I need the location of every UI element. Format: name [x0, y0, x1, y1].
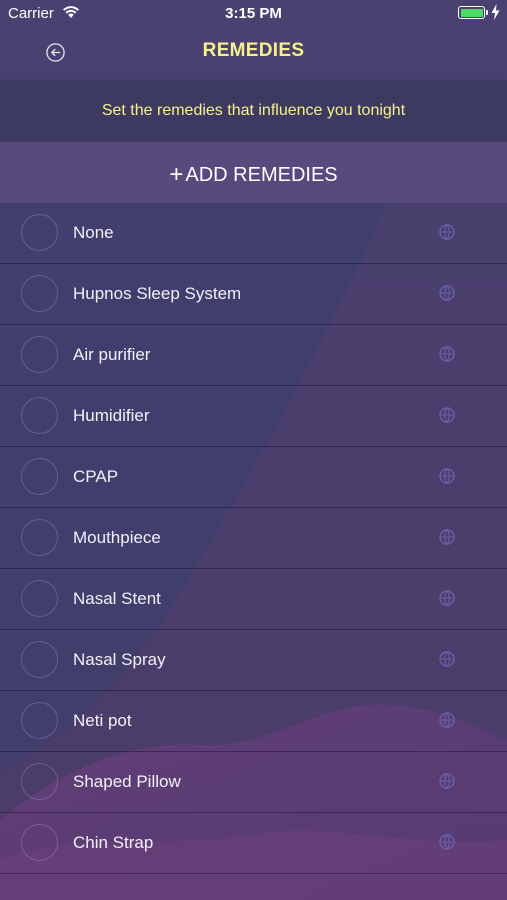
remedy-row[interactable]: Chin Strap [0, 813, 507, 874]
remedy-radio-button[interactable] [21, 275, 58, 312]
remedy-info-icon[interactable] [439, 834, 455, 850]
remedy-radio-button[interactable] [21, 336, 58, 373]
subtitle-band: Set the remedies that influence you toni… [0, 80, 507, 142]
remedy-radio-button[interactable] [21, 458, 58, 495]
remedy-info-icon[interactable] [439, 712, 455, 728]
battery-icon [458, 6, 485, 19]
remedy-info-icon[interactable] [439, 468, 455, 484]
remedy-radio-button[interactable] [21, 824, 58, 861]
remedy-label: Hupnos Sleep System [73, 284, 242, 303]
remedy-info-icon[interactable] [439, 590, 455, 606]
remedy-radio-button[interactable] [21, 214, 58, 251]
remedy-info-icon[interactable] [439, 407, 455, 423]
battery-cap [486, 10, 488, 15]
remedy-label: Nasal Spray [73, 650, 166, 669]
remedy-radio-button[interactable] [21, 519, 58, 556]
add-remedies-label: + ADD REMEDIES [0, 160, 507, 188]
remedy-info-icon[interactable] [439, 346, 455, 362]
add-remedies-text: ADD REMEDIES [185, 164, 338, 186]
status-time: 3:15 PM [225, 5, 282, 22]
status-bar: Carrier 3:15 PM [0, 0, 507, 28]
remedy-info-icon[interactable] [439, 773, 455, 789]
remedy-label: Air purifier [73, 345, 151, 364]
remedy-label: None [73, 223, 114, 242]
nav-bar: REMEDIES [0, 28, 507, 80]
remedy-row[interactable]: Mouthpiece [0, 508, 507, 569]
remedy-row[interactable]: Nasal Spray [0, 630, 507, 691]
page-subtitle: Set the remedies that influence you toni… [101, 102, 406, 119]
remedy-info-icon[interactable] [439, 224, 455, 240]
remedy-label: Mouthpiece [73, 528, 161, 547]
remedy-label: Humidifier [73, 406, 150, 425]
remedy-label: Shaped Pillow [73, 772, 181, 791]
remedy-row[interactable]: Shaped Pillow [0, 752, 507, 813]
remedy-label: CPAP [73, 467, 119, 486]
remedy-label: Chin Strap [73, 833, 154, 852]
remedy-row[interactable]: Nasal Stent [0, 569, 507, 630]
plus-icon: + [169, 161, 184, 188]
remedy-radio-button[interactable] [21, 702, 58, 739]
page-title: REMEDIES [202, 40, 305, 61]
remedy-row[interactable]: Hupnos Sleep System [0, 264, 507, 325]
remedy-row[interactable]: CPAP [0, 447, 507, 508]
remedy-label: Neti pot [73, 711, 132, 730]
remedy-info-icon[interactable] [439, 529, 455, 545]
remedy-row[interactable]: None [0, 203, 507, 264]
remedy-info-icon[interactable] [439, 651, 455, 667]
remedy-label: Nasal Stent [73, 589, 161, 608]
remedy-radio-button[interactable] [21, 397, 58, 434]
add-remedies-button[interactable]: + ADD REMEDIES [0, 142, 507, 203]
remedy-info-icon[interactable] [439, 285, 455, 301]
charging-bolt-icon [491, 4, 500, 25]
remedy-radio-button[interactable] [21, 580, 58, 617]
remedy-radio-button[interactable] [21, 641, 58, 678]
remedy-row[interactable]: Neti pot [0, 691, 507, 752]
remedy-row[interactable]: Humidifier [0, 386, 507, 447]
remedies-list: None Hupnos Sleep System Air purifier Humid… [0, 203, 507, 874]
remedy-radio-button[interactable] [21, 763, 58, 800]
remedy-row[interactable]: Air purifier [0, 325, 507, 386]
battery-level-fill [460, 8, 483, 17]
